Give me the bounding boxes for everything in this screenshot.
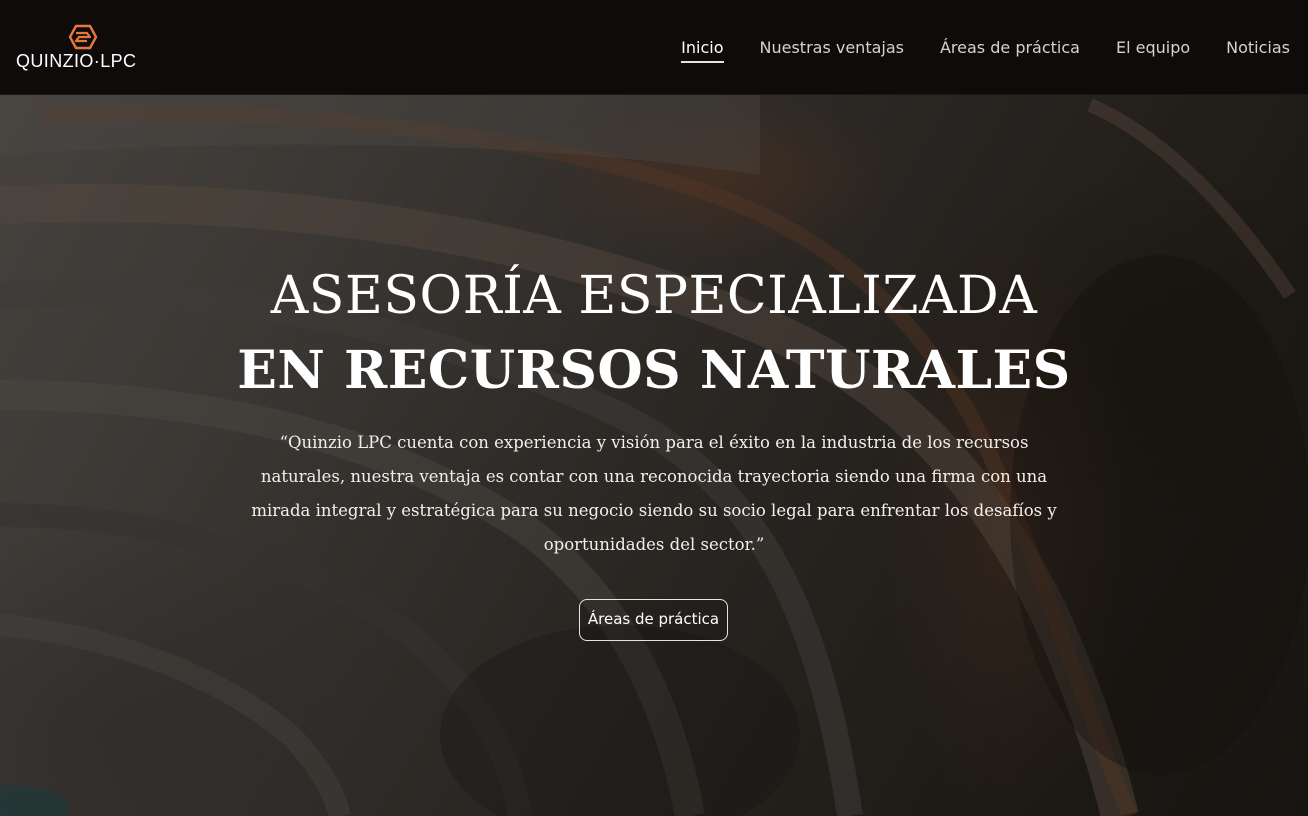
nav-item-inicio[interactable]: Inicio — [681, 38, 724, 63]
brand-logo[interactable]: QUINZIO·LPC — [16, 24, 156, 74]
nav-item-areas-de-practica[interactable]: Áreas de práctica — [940, 38, 1080, 61]
areas-de-practica-button[interactable]: Áreas de práctica — [579, 599, 728, 641]
nav-item-el-equipo[interactable]: El equipo — [1116, 38, 1190, 61]
main-nav: Inicio Nuestras ventajas Áreas de prácti… — [681, 38, 1290, 64]
hero-section: ASESORÍA ESPECIALIZADA EN RECURSOS NATUR… — [0, 95, 1308, 816]
hero-content: ASESORÍA ESPECIALIZADA EN RECURSOS NATUR… — [0, 95, 1308, 816]
hero-quote: “Quinzio LPC cuenta con experiencia y vi… — [251, 433, 1057, 554]
nav-item-noticias[interactable]: Noticias — [1226, 38, 1290, 61]
nav-item-nuestras-ventajas[interactable]: Nuestras ventajas — [760, 38, 904, 61]
page: QUINZIO·LPC Inicio Nuestras ventajas Áre… — [0, 0, 1308, 816]
hero-title-line-2: EN RECURSOS NATURALES — [237, 340, 1071, 401]
brand-name: QUINZIO·LPC — [16, 51, 137, 71]
hexagon-logo-icon — [68, 24, 98, 50]
hero-title-line-1: ASESORÍA ESPECIALIZADA — [270, 266, 1038, 326]
site-header: QUINZIO·LPC Inicio Nuestras ventajas Áre… — [0, 0, 1308, 95]
